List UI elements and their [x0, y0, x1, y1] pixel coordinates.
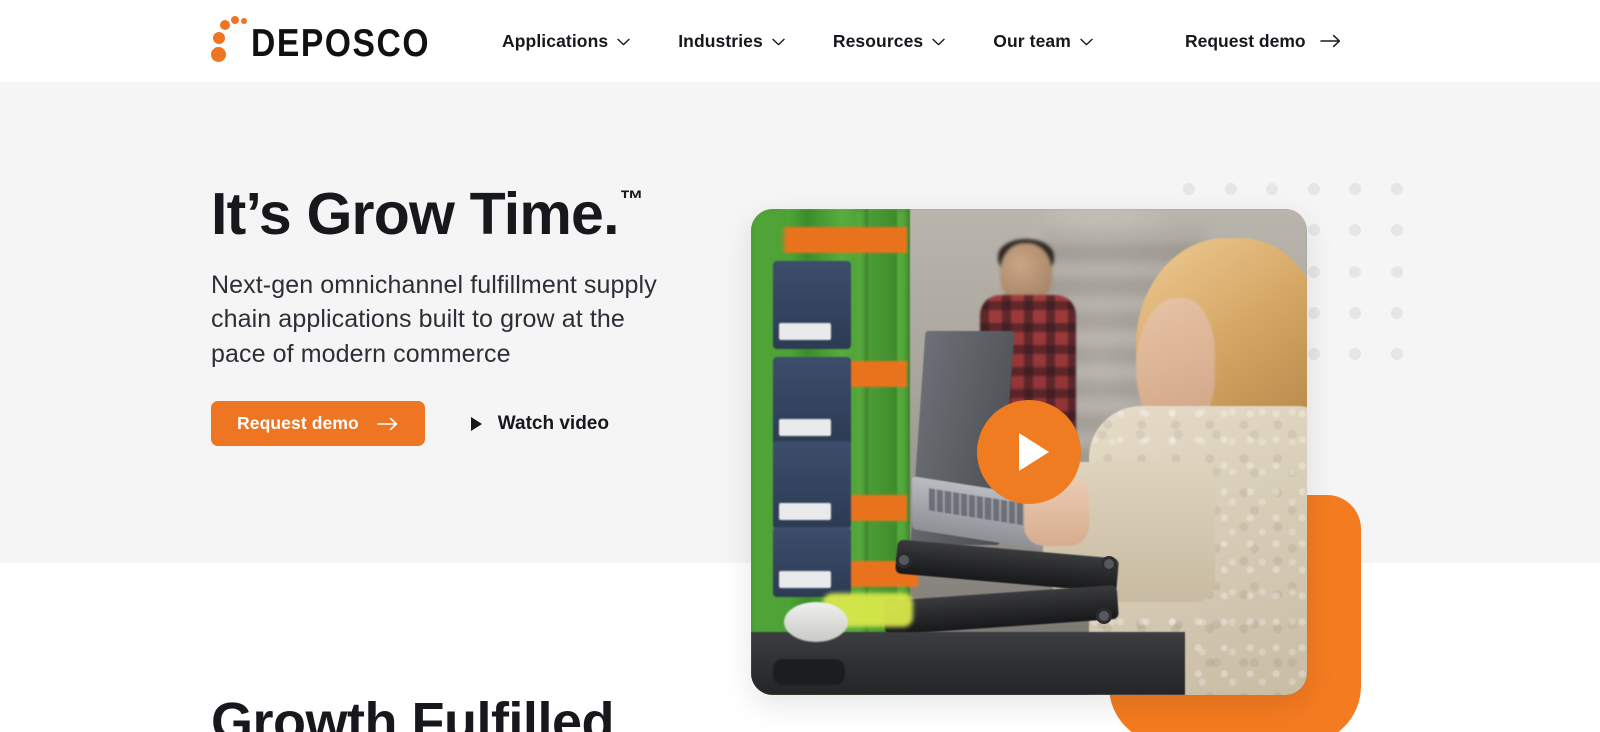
- trademark-symbol: ™: [619, 186, 644, 214]
- nav-label: Industries: [678, 30, 763, 51]
- arrow-right-icon: [1319, 34, 1342, 48]
- chevron-down-icon: [772, 38, 785, 46]
- nav-label: Resources: [832, 30, 924, 51]
- brand-logo[interactable]: DEPOSCO: [211, 14, 431, 66]
- nav-item-applications[interactable]: Applications: [502, 31, 630, 52]
- request-demo-button[interactable]: Request demo: [211, 401, 425, 447]
- chevron-down-icon: [1080, 38, 1093, 46]
- chevron-down-icon: [617, 38, 630, 46]
- hero-cta-row: Request demo Watch video: [211, 401, 731, 447]
- nav-label: Applications: [502, 30, 609, 51]
- nav-item-our-team[interactable]: Our team: [993, 31, 1093, 52]
- brand-wordmark: DEPOSCO: [251, 20, 431, 65]
- play-triangle-icon: [470, 416, 482, 431]
- nav-item-resources[interactable]: Resources: [833, 31, 945, 52]
- header-request-demo-link[interactable]: Request demo: [1185, 0, 1342, 82]
- hero-video-card[interactable]: [751, 209, 1307, 695]
- hero-subheading: Next-gen omnichannel fulfillment supply …: [211, 270, 657, 368]
- main-navigation: Applications Industries Resources Our te…: [502, 0, 1093, 82]
- arrow-right-icon: [376, 417, 399, 431]
- play-triangle-glyph: [1018, 433, 1049, 471]
- header-cta-label: Request demo: [1185, 30, 1306, 51]
- play-icon[interactable]: [977, 400, 1081, 504]
- chevron-down-icon: [932, 38, 945, 46]
- growth-section-title: Growth Fulfilled: [211, 692, 614, 732]
- request-demo-label: Request demo: [237, 413, 359, 434]
- nav-item-industries[interactable]: Industries: [678, 31, 785, 52]
- hero-copy: It’s Grow Time.™ Next-gen omnichannel fu…: [211, 183, 731, 447]
- deposco-dots-icon: [211, 16, 249, 63]
- watch-video-link[interactable]: Watch video: [470, 412, 609, 435]
- page-title: It’s Grow Time.™: [211, 183, 731, 246]
- watch-video-label: Watch video: [497, 412, 609, 434]
- page-root: DEPOSCO Applications Industries Resource…: [0, 0, 1600, 732]
- headline-text: It’s Grow Time.: [211, 181, 619, 247]
- hero-section: It’s Grow Time.™ Next-gen omnichannel fu…: [0, 82, 1600, 732]
- nav-label: Our team: [993, 30, 1071, 51]
- site-header: DEPOSCO Applications Industries Resource…: [0, 0, 1600, 82]
